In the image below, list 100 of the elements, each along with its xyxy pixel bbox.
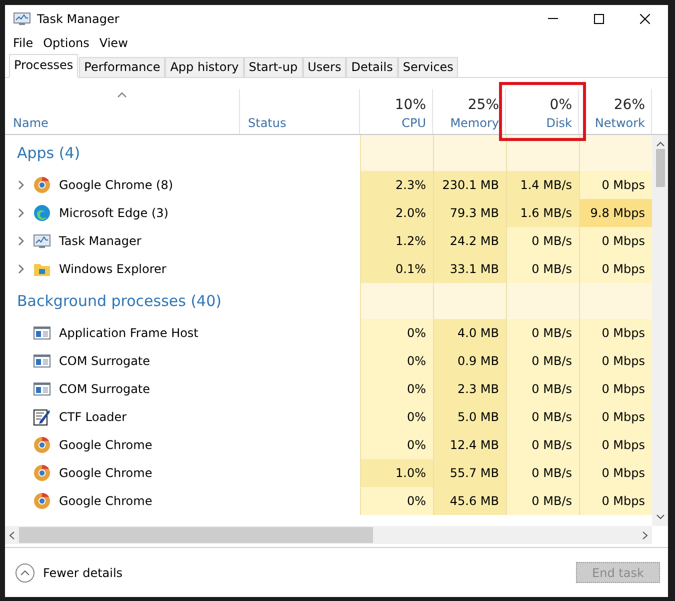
browser-icon	[33, 464, 51, 482]
table-cell: 1.0%	[360, 459, 433, 487]
close-icon	[640, 14, 650, 24]
column-header[interactable]: 0% Disk	[506, 89, 579, 134]
table-cell: 0 Mbps	[579, 403, 652, 431]
table-cell: 0 MB/s	[506, 255, 579, 283]
table-cell: 1.2%	[360, 227, 433, 255]
table-cell: 0 MB/s	[506, 319, 579, 347]
process-name: Microsoft Edge (3)	[59, 206, 168, 220]
tab[interactable]: Services	[398, 57, 458, 77]
process-name: Google Chrome	[59, 466, 152, 480]
monitor-icon	[13, 10, 31, 26]
column-header[interactable]: 26% Network	[579, 89, 652, 134]
table-cell: 0%	[360, 431, 433, 459]
column-header[interactable]: Name	[5, 89, 240, 134]
table-cell: 0 MB/s	[506, 459, 579, 487]
scroll-up-icon[interactable]	[656, 141, 664, 147]
maximize-icon	[594, 14, 604, 24]
table-cell: 0 Mbps	[579, 375, 652, 403]
process-name: Google Chrome (8)	[59, 178, 174, 192]
table-cell: 4.0 MB	[433, 319, 506, 347]
table-cell: 0%	[360, 403, 433, 431]
group-heading: Apps (4)	[16, 144, 82, 162]
process-row[interactable]: Application Frame Host 0% 4.0 MB 0 MB/s 0 Mbps	[5, 319, 652, 347]
tab[interactable]: App history	[165, 57, 244, 77]
table-cell: 0.1%	[360, 255, 433, 283]
table-cell: 0 MB/s	[506, 403, 579, 431]
tab[interactable]: Performance	[79, 57, 166, 77]
table-cell: 0 Mbps	[579, 431, 652, 459]
table-cell: 0 Mbps	[579, 347, 652, 375]
process-row[interactable]: COM Surrogate 0% 0.9 MB 0 MB/s 0 Mbps	[5, 347, 652, 375]
process-row[interactable]: Microsoft Edge (3) 2.0% 79.3 MB 1.6 MB/s 9.8 Mbps	[5, 199, 652, 227]
table-cell: 2.0%	[360, 199, 433, 227]
table-cell: 0%	[360, 319, 433, 347]
table-cell: 79.3 MB	[433, 199, 506, 227]
scroll-down-icon[interactable]	[656, 514, 664, 520]
tab[interactable]: Details	[346, 57, 398, 77]
tab[interactable]: Users	[302, 57, 346, 77]
table-cell: 45.6 MB	[433, 487, 506, 515]
vertical-scrollbar[interactable]	[652, 135, 668, 526]
process-row[interactable]: Google Chrome 0% 45.6 MB 0 MB/s 0 Mbps	[5, 487, 652, 515]
table-cell: 33.1 MB	[433, 255, 506, 283]
browser-icon	[33, 436, 51, 454]
menu-item[interactable]: Options	[38, 36, 94, 50]
table-cell: 55.7 MB	[433, 459, 506, 487]
scroll-thumb[interactable]	[19, 527, 373, 543]
column-percent: 26%	[614, 97, 645, 113]
table-cell: 9.8 Mbps	[579, 199, 652, 227]
process-row[interactable]: Google Chrome (8) 2.3% 230.1 MB 1.4 MB/s 0 Mbps	[5, 171, 652, 199]
table-cell: 0 Mbps	[579, 171, 652, 199]
group-heading: Background processes (40)	[16, 292, 222, 310]
column-header[interactable]: Status	[240, 89, 360, 134]
table-cell: 0%	[360, 487, 433, 515]
table-cell: 0 Mbps	[579, 487, 652, 515]
process-row[interactable]: CTF Loader 0% 5.0 MB 0 MB/s 0 Mbps	[5, 403, 652, 431]
table-cell: 2.3 MB	[433, 375, 506, 403]
table-cell: 230.1 MB	[433, 171, 506, 199]
table-cell: 0 MB/s	[506, 347, 579, 375]
process-row[interactable]: Google Chrome 0% 12.4 MB 0 MB/s 0 Mbps	[5, 431, 652, 459]
column-percent: 25%	[468, 97, 499, 113]
window-title: Task Manager	[37, 12, 120, 26]
pen-notepad-icon	[33, 408, 51, 426]
app-window-icon	[33, 352, 51, 370]
app-window-icon	[33, 324, 51, 342]
table-cell: 1.6 MB/s	[506, 199, 579, 227]
table-cell: 0 MB/s	[506, 375, 579, 403]
process-name: Windows Explorer	[59, 262, 166, 276]
process-row[interactable]: Google Chrome 1.0% 55.7 MB 0 MB/s 0 Mbps	[5, 459, 652, 487]
browser-icon	[33, 204, 51, 222]
process-name: Task Manager	[59, 234, 142, 248]
column-label: Name	[13, 116, 48, 130]
process-row[interactable]: COM Surrogate 0% 2.3 MB 0 MB/s 0 Mbps	[5, 375, 652, 403]
horizontal-scrollbar[interactable]	[5, 526, 652, 544]
column-label: Disk	[546, 116, 572, 130]
column-label: Memory	[450, 116, 499, 130]
process-row[interactable]: Windows Explorer 0.1% 33.1 MB 0 MB/s 0 Mbps	[5, 255, 652, 283]
process-name: Google Chrome	[59, 438, 152, 452]
table-cell: 1.4 MB/s	[506, 171, 579, 199]
table-cell: 12.4 MB	[433, 431, 506, 459]
monitor-icon	[33, 232, 51, 250]
tab[interactable]: Processes	[9, 54, 78, 78]
tab[interactable]: Start-up	[244, 57, 303, 77]
column-label: Status	[248, 116, 286, 130]
table-cell: 2.3%	[360, 171, 433, 199]
process-name: COM Surrogate	[59, 354, 150, 368]
table-cell: 0 Mbps	[579, 227, 652, 255]
menu-item[interactable]: File	[8, 36, 38, 50]
collapse-chevron-icon	[15, 562, 35, 582]
fewer-details-button[interactable]: Fewer details	[15, 562, 123, 582]
table-cell: 0.9 MB	[433, 347, 506, 375]
table-cell: 0 MB/s	[506, 227, 579, 255]
column-header[interactable]: 25% Memory	[433, 89, 506, 134]
table-cell: 0 Mbps	[579, 319, 652, 347]
scroll-thumb[interactable]	[656, 149, 664, 187]
table-cell: 5.0 MB	[433, 403, 506, 431]
table-cell: 0 Mbps	[579, 459, 652, 487]
menu-item[interactable]: View	[94, 36, 133, 50]
process-row[interactable]: Task Manager 1.2% 24.2 MB 0 MB/s 0 Mbps	[5, 227, 652, 255]
column-header[interactable]: 10% CPU	[360, 89, 433, 134]
column-label: CPU	[402, 116, 426, 130]
